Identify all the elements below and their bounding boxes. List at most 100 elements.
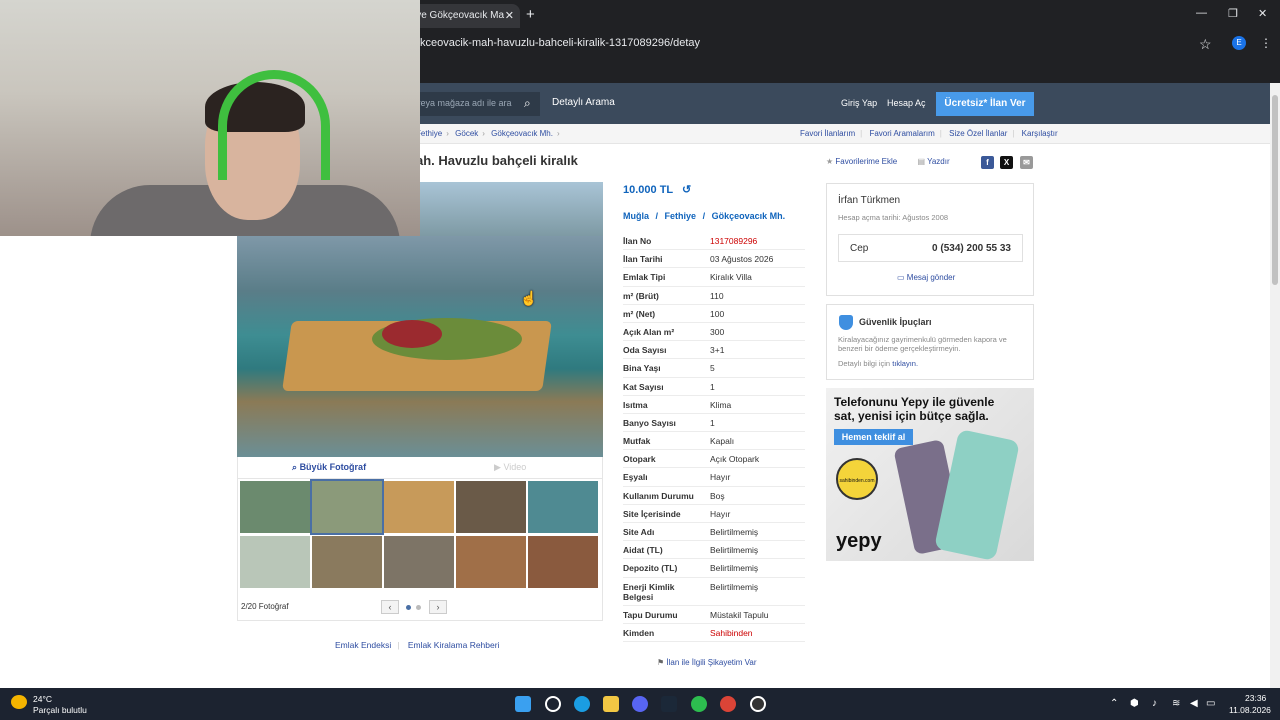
prev-page-button[interactable]: ‹ — [381, 600, 399, 614]
x-icon[interactable]: X — [1000, 156, 1013, 169]
complaint-link[interactable]: ⚑ İlan ile İlgili Şikayetim Var — [657, 658, 757, 667]
shield-tray-icon[interactable]: ⬢ — [1130, 698, 1139, 709]
spec-row: Mutfak Kapalı — [623, 432, 805, 451]
search-icon[interactable]: ⌕ — [524, 96, 531, 111]
clock-date[interactable]: 11.08.2026 — [1229, 705, 1271, 715]
chevron-up-icon[interactable]: ⌃ — [1110, 698, 1118, 709]
special-listings-link[interactable]: Size Özel İlanlar — [949, 129, 1007, 138]
spec-key: Kat Sayısı — [623, 381, 664, 392]
start-icon[interactable] — [515, 696, 531, 712]
weather-icon[interactable] — [11, 695, 27, 709]
photo-thumbnail[interactable] — [528, 481, 598, 533]
obs-icon[interactable] — [750, 696, 766, 712]
browser-tab[interactable]: iye Gökçeovacık Ma ✕ — [408, 4, 520, 28]
spec-key: Depozito (TL) — [623, 563, 678, 574]
photo-thumbnail[interactable] — [384, 481, 454, 533]
scrollbar-thumb[interactable] — [1272, 95, 1278, 285]
spec-key: Oda Sayısı — [623, 345, 667, 356]
detailed-search-link[interactable]: Detaylı Arama — [552, 97, 615, 108]
minimize-button[interactable]: — — [1196, 7, 1207, 19]
free-ad-button[interactable]: Ücretsiz* İlan Ver — [936, 92, 1034, 116]
message-icon: ▭ — [897, 273, 905, 282]
spec-key: Site İçerisinde — [623, 508, 681, 519]
location-district[interactable]: Fethiye — [665, 211, 697, 221]
restore-button[interactable]: ❐ — [1228, 7, 1238, 20]
spec-value: Müstakil Tapulu — [710, 609, 769, 620]
location-neighborhood[interactable]: Gökçeovacık Mh. — [712, 211, 786, 221]
spec-row: İlan No 1317089296 — [623, 232, 805, 251]
spec-key: İlan Tarihi — [623, 254, 663, 265]
history-icon[interactable]: ↺ — [682, 184, 691, 196]
tips-more-prefix: Detaylı bilgi için — [838, 359, 891, 368]
owner-card: İrfan Türkmen Hesap açma tarihi: Ağustos… — [826, 183, 1034, 296]
photo-thumbnail[interactable] — [384, 536, 454, 588]
chrome-icon[interactable] — [720, 696, 736, 712]
add-favorite-link[interactable]: Favorilerime Ekle — [835, 157, 897, 166]
address-bar[interactable]: kceovacik-mah-havuzlu-bahceli-kiralik-13… — [408, 33, 1280, 55]
location-province[interactable]: Muğla — [623, 211, 649, 221]
tips-more-link[interactable]: tıklayın. — [892, 359, 918, 368]
spec-key: Eşyalı — [623, 472, 648, 483]
spec-key: Tapu Durumu — [623, 609, 678, 620]
phone-number[interactable]: 0 (534) 200 55 33 — [932, 243, 1011, 254]
browser-menu-icon[interactable]: ⋮ — [1260, 36, 1272, 50]
big-photo-button[interactable]: ⌕ Büyük Fotoğraf — [292, 462, 366, 473]
new-tab-button[interactable]: + — [526, 6, 535, 23]
tab-close-icon[interactable]: ✕ — [505, 9, 514, 22]
page-scrollbar[interactable] — [1270, 83, 1280, 688]
photo-thumbnail[interactable] — [528, 536, 598, 588]
account-links: Favori İlanlarım | Favori Aramalarım | Siz… — [800, 129, 1058, 138]
main-photo[interactable] — [237, 236, 603, 457]
breadcrumb-item[interactable]: Gökçeovacık Mh. — [491, 129, 553, 138]
ad-offer-button[interactable]: Hemen teklif al — [834, 429, 913, 445]
photo-thumbnail[interactable] — [456, 481, 526, 533]
video-button[interactable]: ▶ Video — [494, 462, 526, 473]
login-link[interactable]: Giriş Yap — [841, 98, 877, 108]
search-input[interactable]: veya mağaza adı ile ara — [408, 92, 540, 116]
photo-thumbnail[interactable] — [312, 536, 382, 588]
facebook-icon[interactable]: f — [981, 156, 994, 169]
mail-icon[interactable]: ✉ — [1020, 156, 1033, 169]
ad-banner[interactable]: Telefonunu Yepy ile güvenle sat, yenisi … — [826, 388, 1034, 561]
photo-thumbnail[interactable] — [240, 481, 310, 533]
footer-link[interactable]: Emlak Kiralama Rehberi — [408, 640, 500, 650]
next-page-button[interactable]: › — [429, 600, 447, 614]
xbox-icon[interactable] — [691, 696, 707, 712]
weather-desc[interactable]: Parçalı bulutlu — [33, 705, 87, 715]
weather-temp[interactable]: 24°C — [33, 694, 52, 704]
wifi-icon[interactable]: ≋ — [1172, 698, 1180, 709]
search-taskbar-icon[interactable] — [545, 696, 561, 712]
profile-avatar[interactable]: E — [1232, 36, 1246, 50]
pager-dot[interactable] — [416, 605, 421, 610]
spec-row: İlan Tarihi 03 Ağustos 2026 — [623, 250, 805, 269]
close-window-button[interactable]: ✕ — [1258, 7, 1267, 20]
print-link[interactable]: Yazdır — [927, 157, 950, 166]
microphone-icon[interactable]: ♪ — [1152, 698, 1157, 709]
breadcrumb-item[interactable]: Göcek — [455, 129, 478, 138]
steam-icon[interactable] — [661, 696, 677, 712]
favorite-listings-link[interactable]: Favori İlanlarım — [800, 129, 855, 138]
speaker-icon[interactable]: ◀ — [1190, 698, 1198, 709]
discord-icon[interactable] — [632, 696, 648, 712]
send-message-link[interactable]: ▭ Mesaj gönder — [897, 273, 955, 282]
signup-link[interactable]: Hesap Aç — [887, 98, 926, 108]
favorite-searches-link[interactable]: Favori Aramalarım — [869, 129, 934, 138]
shield-icon — [839, 315, 853, 330]
flag-icon: ⚑ — [657, 658, 665, 667]
spec-value: 1 — [710, 381, 715, 392]
spec-value: Kapalı — [710, 436, 735, 447]
battery-icon[interactable]: ▭ — [1206, 698, 1215, 709]
file-explorer-icon[interactable] — [603, 696, 619, 712]
pager-dot-active[interactable] — [406, 605, 411, 610]
spec-key: Banyo Sayısı — [623, 417, 676, 428]
edge-icon[interactable] — [574, 696, 590, 712]
photo-thumbnail[interactable] — [310, 479, 384, 535]
compare-link[interactable]: Karşılaştır — [1022, 129, 1058, 138]
clock-time[interactable]: 23:36 — [1245, 693, 1266, 703]
bookmark-star-icon[interactable]: ☆ — [1199, 36, 1212, 53]
footer-link[interactable]: Emlak Endeksi — [335, 640, 391, 650]
spec-value: Kiralık Villa — [710, 272, 752, 283]
photo-thumbnail[interactable] — [456, 536, 526, 588]
mouse-cursor: ☝ — [520, 290, 538, 306]
photo-thumbnail[interactable] — [240, 536, 310, 588]
